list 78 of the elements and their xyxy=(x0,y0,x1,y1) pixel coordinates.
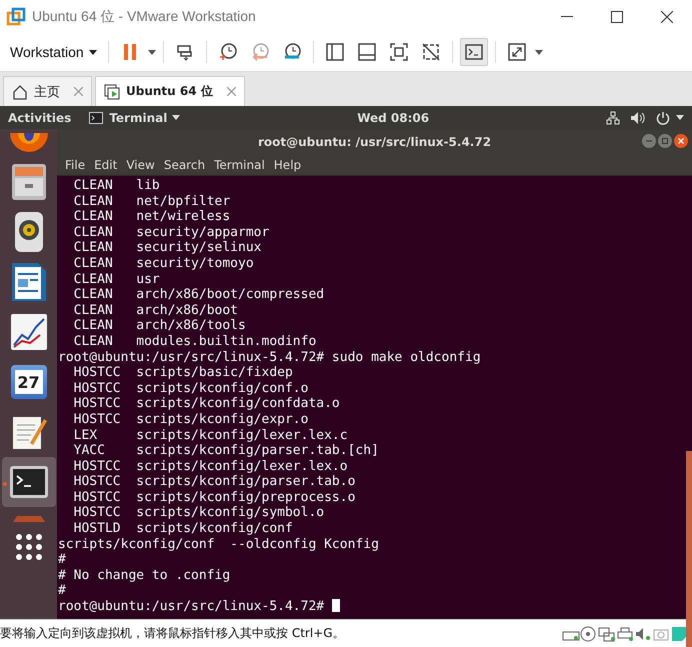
terminal-line: CLEAN net/bpfilter xyxy=(72,194,232,210)
menu-item[interactable]: Terminal xyxy=(210,158,269,172)
terminal-line: # xyxy=(58,583,67,600)
terminal-line: HOSTCC scripts/basic/fixdep xyxy=(72,365,294,381)
network-icon xyxy=(606,110,620,124)
terminal-line: CLEAN arch/x86/boot xyxy=(72,302,240,318)
terminal-line: HOSTCC scripts/kconfig/preprocess.o xyxy=(72,490,356,506)
app-grid-icon xyxy=(14,532,44,562)
caret-icon xyxy=(148,50,156,54)
terminal-line: LEX scripts/kconfig/lexer.lex.c xyxy=(72,428,349,444)
terminal-icon xyxy=(8,465,48,499)
menu-item[interactable]: Search xyxy=(160,158,210,172)
close-button[interactable] xyxy=(674,134,688,148)
terminal-title: root@ubuntu: /usr/src/linux-5.4.72 xyxy=(258,134,492,148)
home-icon xyxy=(12,84,28,100)
terminal-line: HOSTCC scripts/kconfig/symbol.o xyxy=(72,505,326,522)
terminal-line: CLEAN security/tomoyo xyxy=(72,256,255,272)
note-icon xyxy=(670,624,688,642)
app-menu[interactable]: Terminal xyxy=(109,110,168,124)
tab[interactable]: Ubuntu 64 位 xyxy=(95,76,245,106)
app-logo-icon xyxy=(6,6,26,26)
clock[interactable]: Wed 08:06 xyxy=(357,110,430,124)
chart-icon xyxy=(10,313,48,351)
minimize-button[interactable] xyxy=(642,134,656,148)
menu-item[interactable]: View xyxy=(122,158,159,172)
terminal-line: # No change to .config xyxy=(58,568,232,584)
terminal-line: CLEAN arch/x86/boot/compressed xyxy=(72,287,326,303)
terminal-line: HOSTCC scripts/kconfig/parser.tab.o xyxy=(72,474,356,490)
terminal-line: CLEAN lib xyxy=(72,178,161,194)
network-icon xyxy=(598,626,616,642)
terminal-line: # xyxy=(58,552,67,568)
toolbar-button[interactable] xyxy=(460,38,488,66)
close-icon[interactable] xyxy=(661,10,673,22)
terminal-line: HOSTCC scripts/kconfig/confdata.o xyxy=(72,396,341,412)
tab[interactable]: 主页 xyxy=(3,76,92,106)
dock-item[interactable]: 27 xyxy=(2,357,56,407)
terminal-line: CLEAN security/apparmor xyxy=(72,224,270,240)
terminal-line: CLEAN modules.builtin.modinfo xyxy=(72,334,318,350)
terminal-line: HOSTCC scripts/kconfig/lexer.lex.o xyxy=(72,458,349,474)
workstation-menu[interactable]: Workstation xyxy=(6,44,101,60)
maximize-icon[interactable] xyxy=(611,10,623,22)
panel-icon xyxy=(356,42,377,62)
caret-icon xyxy=(88,50,97,54)
activities-button[interactable]: Activities xyxy=(8,110,72,124)
terminal-icon xyxy=(89,112,104,124)
console-icon xyxy=(464,42,484,62)
menu-item[interactable]: Help xyxy=(270,158,306,172)
window-title: Ubuntu 64 位 - VMware Workstation xyxy=(32,8,257,26)
volume-icon xyxy=(630,110,646,124)
printer-icon xyxy=(616,626,634,642)
terminal-line: CLEAN security/selinux xyxy=(72,240,262,256)
sidebar-icon xyxy=(324,42,345,62)
caret-icon xyxy=(534,50,543,54)
terminal-line: CLEAN usr xyxy=(72,272,161,288)
stretch-icon xyxy=(506,42,527,62)
fullscreen-icon xyxy=(388,42,409,62)
caret-icon xyxy=(172,115,180,120)
speaker-icon xyxy=(634,626,652,642)
clock-icon xyxy=(218,42,238,62)
document-icon xyxy=(10,261,48,303)
disc-icon xyxy=(580,626,598,642)
terminal-line: HOSTLD scripts/kconfig/conf xyxy=(72,521,294,537)
terminal-line: HOSTCC scripts/kconfig/conf.o xyxy=(72,380,310,396)
caret-icon xyxy=(676,115,684,120)
terminal-line: scripts/kconfig/conf --oldconfig Kconfig xyxy=(58,536,380,552)
dock-item[interactable] xyxy=(2,457,56,507)
terminal-line: root@ubuntu:/usr/src/linux-5.4.72# sudo make oldconfig xyxy=(58,350,482,366)
globe-icon xyxy=(8,133,50,153)
menu-item[interactable]: File xyxy=(61,158,90,172)
unity-off-icon xyxy=(420,42,441,62)
power-icon xyxy=(656,110,670,124)
terminal-line: HOSTCC scripts/kconfig/expr.o xyxy=(72,412,310,428)
vm-icon xyxy=(104,84,120,100)
status-message: 要将输入定向到该虚拟机，请将鼠标指针移入其中或按 Ctrl+G。 xyxy=(0,625,346,642)
menu-item[interactable]: Edit xyxy=(90,158,122,172)
terminal-line: YACC scripts/kconfig/parser.tab.[ch] xyxy=(72,443,380,459)
terminal-line: CLEAN net/wireless xyxy=(72,209,232,225)
terminal-line: CLEAN arch/x86/tools xyxy=(72,318,247,334)
